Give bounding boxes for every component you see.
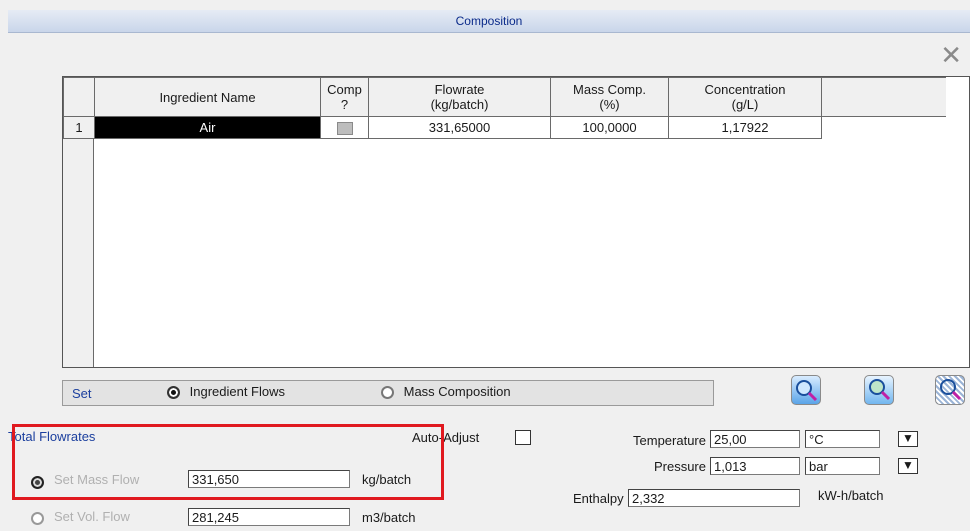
flowrate-cell[interactable]: 331,65000 (368, 116, 551, 139)
radio-unselected-icon (31, 512, 44, 526)
pressure-unit-select[interactable]: bar (805, 457, 880, 475)
col-comp: Comp ? (320, 77, 369, 117)
zoom-icon-graphic (796, 380, 818, 402)
col-empty (821, 77, 946, 117)
zoom-icon[interactable] (791, 375, 821, 405)
comp-cell[interactable] (320, 116, 369, 139)
vol-flow-unit: m3/batch (362, 510, 416, 525)
ingredients-grid[interactable]: Ingredient Name Comp ? Flowrate (kg/batc… (62, 76, 970, 368)
col-concentration: Concentration (g/L) (668, 77, 822, 117)
enthalpy-unit: kW-h/batch (818, 488, 884, 503)
temperature-unit-select[interactable]: °C (805, 430, 880, 448)
highlight-box (12, 424, 444, 500)
vol-flow-field[interactable]: 281,245 (188, 508, 350, 526)
temperature-field[interactable]: 25,00 (710, 430, 800, 448)
enthalpy-label: Enthalpy (573, 491, 624, 506)
ingredient-flows-label: Ingredient Flows (189, 384, 286, 399)
ingredient-name-cell[interactable]: Air (94, 116, 321, 139)
temperature-label: Temperature (633, 433, 706, 448)
zoom-in-icon-graphic (869, 379, 891, 401)
col-mass-comp: Mass Comp. (%) (550, 77, 669, 117)
set-vol-flow-radio[interactable] (31, 510, 44, 526)
table-row[interactable]: 1 Air 331,65000 100,0000 1,17922 (63, 116, 947, 139)
col-ingredient-name: Ingredient Name (94, 77, 321, 117)
radio-unselected-icon (381, 386, 394, 400)
row-header-corner (63, 77, 95, 117)
zoom-pattern-icon-graphic (940, 379, 962, 401)
row-number[interactable]: 1 (63, 116, 95, 139)
ingredient-flows-radio[interactable]: Ingredient Flows (167, 384, 286, 400)
mass-composition-radio[interactable]: Mass Composition (381, 384, 511, 400)
comp-checkbox[interactable] (336, 122, 353, 136)
set-vol-flow-label: Set Vol. Flow (54, 509, 130, 524)
enthalpy-field: 2,332 (628, 489, 800, 507)
set-bar: Set Ingredient Flows Mass Composition (62, 380, 714, 406)
empty-cell (822, 117, 947, 139)
auto-adjust-checkbox[interactable] (515, 430, 531, 445)
close-icon[interactable]: ✕ (940, 42, 962, 68)
mass-comp-cell[interactable]: 100,0000 (550, 116, 669, 139)
down-arrow-icon[interactable]: ▼ (898, 431, 918, 447)
zoom-in-icon[interactable] (864, 375, 894, 405)
radio-selected-icon (167, 386, 180, 400)
pressure-label: Pressure (653, 459, 706, 474)
concentration-cell[interactable]: 1,17922 (668, 116, 822, 139)
window-title: Composition (8, 10, 970, 33)
down-arrow-icon[interactable]: ▼ (898, 458, 918, 474)
mass-composition-label: Mass Composition (403, 384, 511, 399)
pressure-field[interactable]: 1,013 (710, 457, 800, 475)
set-label: Set (72, 386, 92, 401)
zoom-pattern-icon[interactable] (935, 375, 965, 405)
row-header-strip (63, 139, 94, 367)
ingredients-table: Ingredient Name Comp ? Flowrate (kg/batc… (63, 77, 946, 139)
col-flowrate: Flowrate (kg/batch) (368, 77, 551, 117)
